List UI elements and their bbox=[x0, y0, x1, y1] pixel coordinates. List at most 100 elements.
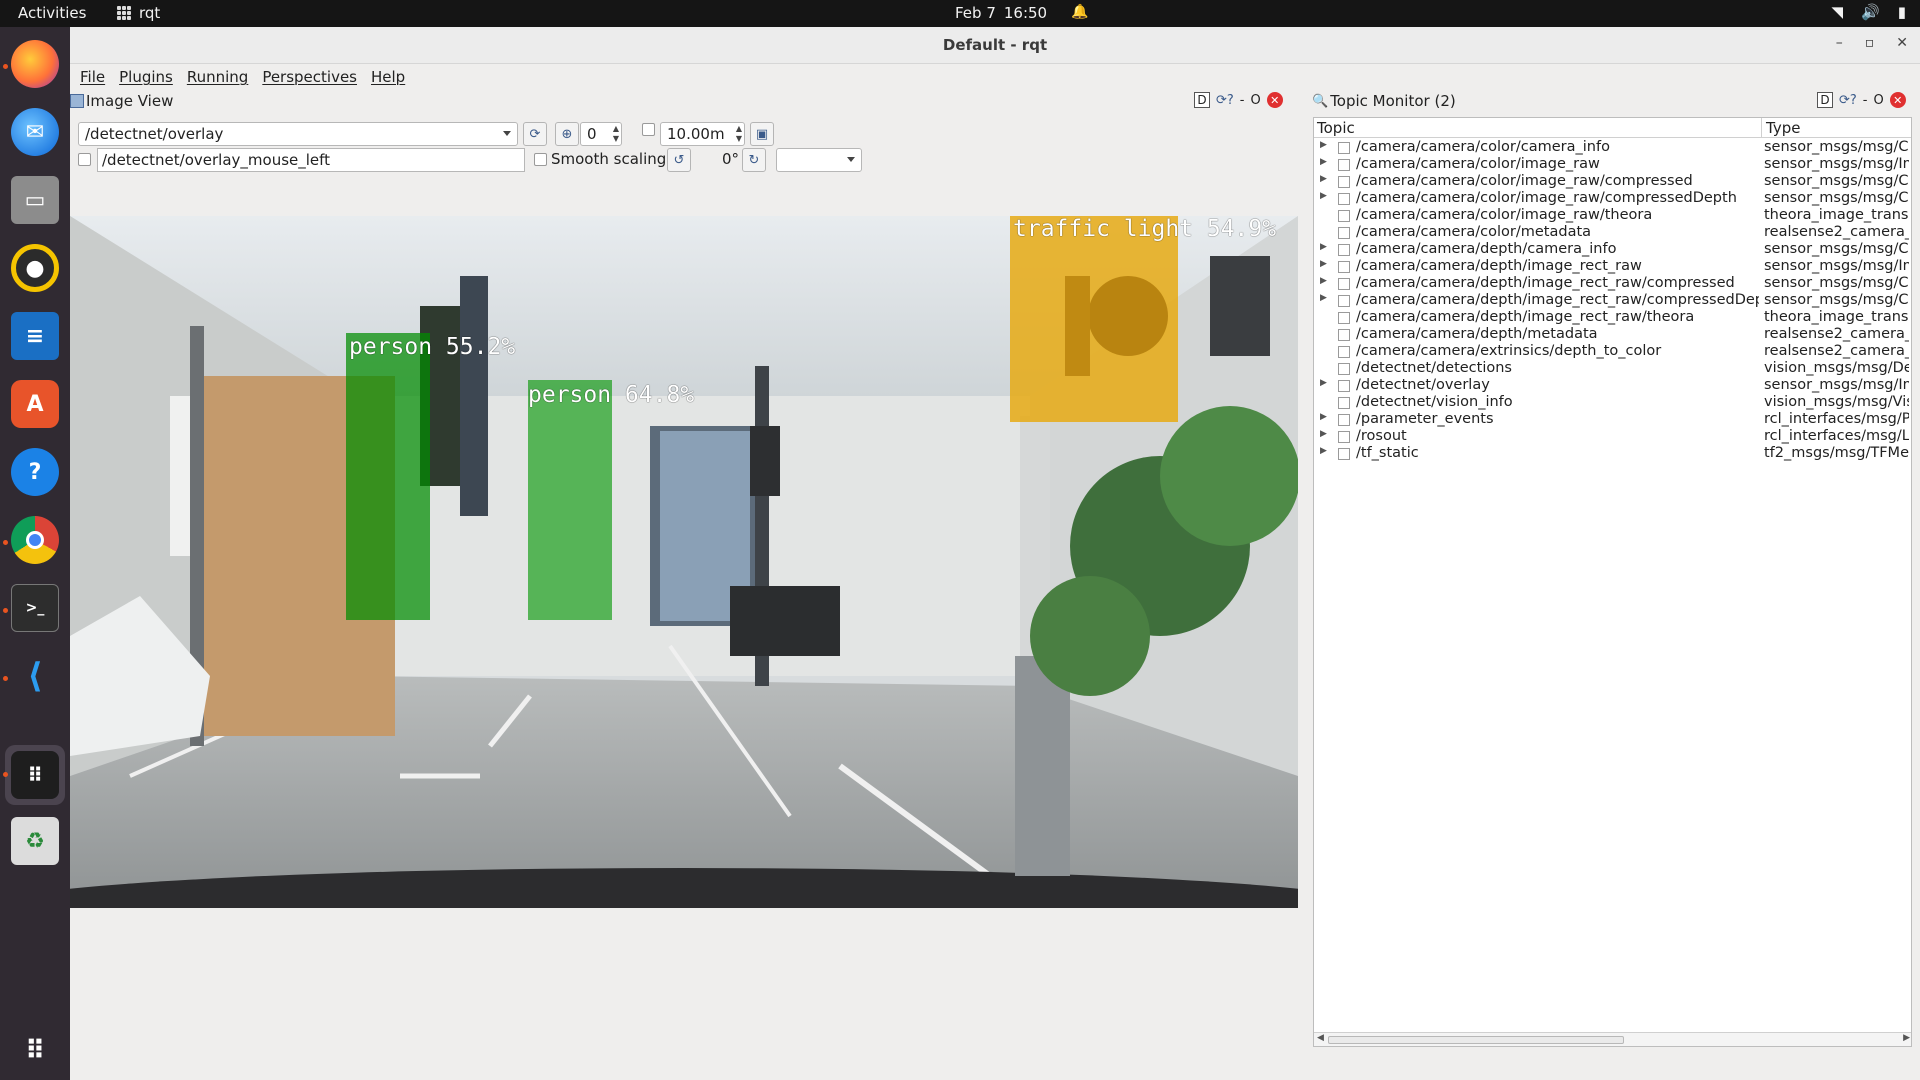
column-header-type[interactable]: Type bbox=[1766, 119, 1800, 137]
topic-checkbox[interactable] bbox=[1338, 329, 1350, 341]
trash-icon[interactable]: ♻ bbox=[11, 817, 59, 865]
scrollbar-thumb[interactable] bbox=[1328, 1036, 1624, 1044]
topic-select[interactable]: /detectnet/overlay bbox=[78, 122, 518, 146]
topic-row[interactable]: /camera/camera/extrinsics/depth_to_color… bbox=[1314, 343, 1911, 361]
topic-checkbox[interactable] bbox=[1338, 278, 1350, 290]
dock-help-icon[interactable]: D bbox=[1194, 92, 1210, 108]
dock-float-icon[interactable]: O bbox=[1251, 93, 1261, 108]
topic-checkbox[interactable] bbox=[1338, 210, 1350, 222]
topic-row[interactable]: /camera/camera/color/image_raw/theora the… bbox=[1314, 207, 1911, 225]
terminal-icon[interactable]: >_ bbox=[11, 584, 59, 632]
rhythmbox-icon[interactable]: ● bbox=[11, 244, 59, 292]
topic-row[interactable]: ▶ /detectnet/overlay sensor_msgs/msg/Im bbox=[1314, 377, 1911, 395]
topic-row[interactable]: ▶ /rosout rcl_interfaces/msg/Lo bbox=[1314, 428, 1911, 446]
topic-row[interactable]: ▶ /parameter_events rcl_interfaces/msg/Pa bbox=[1314, 411, 1911, 429]
dock-minimize-icon[interactable]: - bbox=[1240, 93, 1245, 108]
expand-arrow-icon[interactable]: ▶ bbox=[1320, 259, 1327, 269]
help-icon[interactable]: ? bbox=[11, 448, 59, 496]
topic-row[interactable]: ▶ /camera/camera/depth/image_rect_raw sens… bbox=[1314, 258, 1911, 276]
vscode-icon[interactable]: ⟨ bbox=[11, 652, 59, 700]
topic-row[interactable]: ▶ /tf_static tf2_msgs/msg/TFMes bbox=[1314, 445, 1911, 463]
topic-checkbox[interactable] bbox=[1338, 414, 1350, 426]
smooth-scaling-checkbox[interactable] bbox=[534, 153, 547, 166]
clock[interactable]: Feb 7 16:50 🔔 bbox=[955, 4, 1089, 22]
menu-file[interactable]: File bbox=[80, 68, 105, 90]
topic-checkbox[interactable] bbox=[1338, 346, 1350, 358]
close-icon[interactable]: ✕ bbox=[1896, 35, 1908, 51]
topic-monitor-title[interactable]: 🔍 Topic Monitor (2) bbox=[1312, 90, 1456, 112]
topic-row[interactable]: ▶ /camera/camera/color/camera_info sensor_… bbox=[1314, 139, 1911, 157]
topic-row[interactable]: ▶ /camera/camera/color/image_raw/compress… bbox=[1314, 173, 1911, 191]
system-tray[interactable]: ◥ 🔊 ▮ bbox=[1832, 3, 1907, 21]
maximize-icon[interactable]: ▫ bbox=[1865, 35, 1875, 51]
color-scheme-select[interactable] bbox=[776, 148, 862, 172]
topic-checkbox[interactable] bbox=[1338, 431, 1350, 443]
topic-checkbox[interactable] bbox=[1338, 363, 1350, 375]
num-gridlines-spinbox[interactable]: 0 ▲ ▼ bbox=[580, 122, 622, 146]
rotate-right-button[interactable]: ↻ bbox=[742, 148, 766, 172]
topic-checkbox[interactable] bbox=[1338, 142, 1350, 154]
topic-row[interactable]: /camera/camera/depth/metadata realsense2_… bbox=[1314, 326, 1911, 344]
expand-arrow-icon[interactable]: ▶ bbox=[1320, 446, 1327, 456]
topic-checkbox[interactable] bbox=[1338, 159, 1350, 171]
mouse-topic-input[interactable]: /detectnet/overlay_mouse_left bbox=[97, 148, 525, 172]
camera-image[interactable]: person 55.2% person 64.8% traffic light … bbox=[70, 216, 1298, 908]
topic-row[interactable]: ▶ /camera/camera/depth/image_rect_raw/com… bbox=[1314, 275, 1911, 293]
firefox-icon[interactable] bbox=[11, 40, 59, 88]
topic-row[interactable]: /camera/camera/color/metadata realsense2_… bbox=[1314, 224, 1911, 242]
topic-checkbox[interactable] bbox=[1338, 261, 1350, 273]
scroll-left-icon[interactable]: ◀ bbox=[1317, 1033, 1324, 1043]
topic-checkbox[interactable] bbox=[1338, 295, 1350, 307]
app-menu[interactable]: rqt bbox=[117, 4, 160, 22]
column-header-topic[interactable]: Topic bbox=[1317, 119, 1355, 137]
show-applications-icon[interactable]: ⠿ bbox=[11, 1027, 59, 1075]
dock-close-icon[interactable]: ✕ bbox=[1889, 92, 1906, 108]
reload-icon[interactable]: ⟳? bbox=[1216, 93, 1234, 108]
expand-arrow-icon[interactable]: ▶ bbox=[1320, 378, 1327, 388]
minimize-icon[interactable]: – bbox=[1836, 35, 1843, 51]
expand-arrow-icon[interactable]: ▶ bbox=[1320, 174, 1327, 184]
files-icon[interactable]: ▭ bbox=[11, 176, 59, 224]
save-image-button[interactable]: ▣ bbox=[750, 122, 774, 146]
horizontal-scrollbar[interactable]: ◀ ▶ bbox=[1314, 1032, 1911, 1046]
activities-button[interactable]: Activities bbox=[18, 4, 86, 22]
max-distance-spinbox[interactable]: 10.00m ▲ ▼ bbox=[660, 122, 745, 146]
topic-checkbox[interactable] bbox=[1338, 176, 1350, 188]
menu-running[interactable]: Running bbox=[187, 68, 248, 90]
topic-checkbox[interactable] bbox=[1338, 448, 1350, 460]
menu-plugins[interactable]: Plugins bbox=[119, 68, 173, 90]
rotate-left-button[interactable]: ↺ bbox=[667, 148, 691, 172]
thunderbird-icon[interactable]: ✉ bbox=[11, 108, 59, 156]
topic-row[interactable]: ▶ /camera/camera/depth/camera_info sensor_… bbox=[1314, 241, 1911, 259]
publish-click-checkbox[interactable] bbox=[78, 153, 91, 166]
libreoffice-writer-icon[interactable]: ≡ bbox=[11, 312, 59, 360]
expand-arrow-icon[interactable]: ▶ bbox=[1320, 276, 1327, 286]
dock-close-icon[interactable]: ✕ bbox=[1266, 92, 1283, 108]
scroll-right-icon[interactable]: ▶ bbox=[1903, 1033, 1910, 1043]
topic-row[interactable]: ▶ /camera/camera/color/image_raw/compress… bbox=[1314, 190, 1911, 208]
menu-perspectives[interactable]: Perspectives bbox=[262, 68, 357, 90]
topic-row[interactable]: /detectnet/vision_info vision_msgs/msg/Vi… bbox=[1314, 394, 1911, 412]
topic-checkbox[interactable] bbox=[1338, 244, 1350, 256]
topic-checkbox[interactable] bbox=[1338, 312, 1350, 324]
topic-row[interactable]: /detectnet/detections vision_msgs/msg/Det bbox=[1314, 360, 1911, 378]
zoom-1-button[interactable]: ⊕ bbox=[555, 122, 579, 146]
topic-checkbox[interactable] bbox=[1338, 380, 1350, 392]
expand-arrow-icon[interactable]: ▶ bbox=[1320, 293, 1327, 303]
dock-minimize-icon[interactable]: - bbox=[1863, 93, 1868, 108]
topic-checkbox[interactable] bbox=[1338, 397, 1350, 409]
expand-arrow-icon[interactable]: ▶ bbox=[1320, 191, 1327, 201]
expand-arrow-icon[interactable]: ▶ bbox=[1320, 429, 1327, 439]
chrome-icon[interactable] bbox=[11, 516, 59, 564]
reload-icon[interactable]: ⟳? bbox=[1839, 93, 1857, 108]
menu-help[interactable]: Help bbox=[371, 68, 405, 90]
expand-arrow-icon[interactable]: ▶ bbox=[1320, 412, 1327, 422]
dock-help-icon[interactable]: D bbox=[1817, 92, 1833, 108]
image-view-title[interactable]: Image View bbox=[70, 90, 173, 112]
topic-tree[interactable]: Topic Type ▶ /camera/camera/color/camera_… bbox=[1313, 117, 1912, 1047]
expand-arrow-icon[interactable]: ▶ bbox=[1320, 140, 1327, 150]
topic-checkbox[interactable] bbox=[1338, 227, 1350, 239]
topic-row[interactable]: /camera/camera/depth/image_rect_raw/theo… bbox=[1314, 309, 1911, 327]
refresh-topics-button[interactable]: ⟳ bbox=[523, 122, 547, 146]
dynamic-range-checkbox[interactable] bbox=[642, 123, 655, 136]
